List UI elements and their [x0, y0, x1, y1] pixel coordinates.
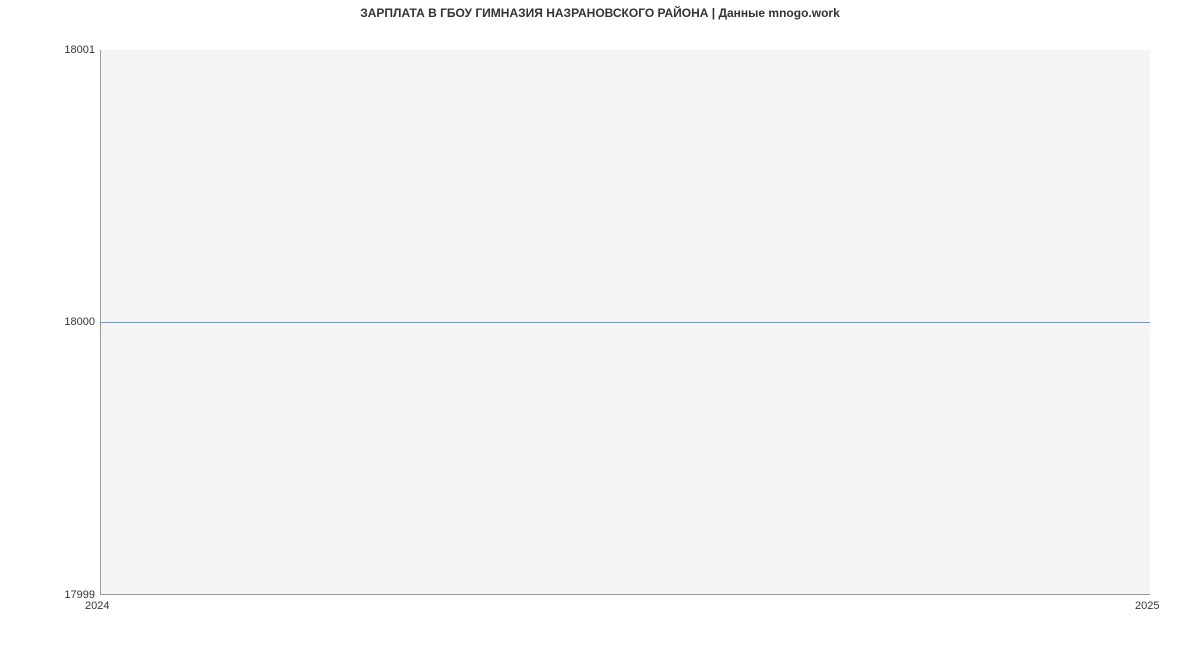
- y-tick-middle: 18000: [5, 316, 95, 328]
- salary-chart: ЗАРПЛАТА В ГБОУ ГИМНАЗИЯ НАЗРАНОВСКОГО Р…: [0, 0, 1200, 650]
- y-tick-bottom: 17999: [5, 589, 95, 601]
- x-tick-left: 2024: [85, 600, 109, 612]
- y-tick-top: 18001: [5, 44, 95, 56]
- chart-title: ЗАРПЛАТА В ГБОУ ГИМНАЗИЯ НАЗРАНОВСКОГО Р…: [0, 6, 1200, 20]
- data-line: [100, 322, 1150, 323]
- x-tick-right: 2025: [1135, 600, 1159, 612]
